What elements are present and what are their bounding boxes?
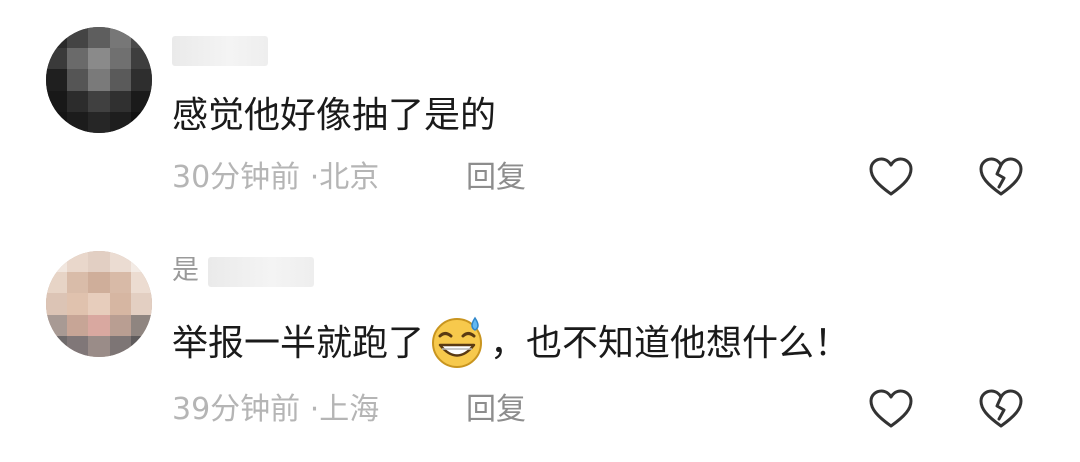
reply-button[interactable]: 回复 xyxy=(466,158,526,198)
comment-time: 39分钟前 xyxy=(172,392,301,427)
reply-button[interactable]: 回复 xyxy=(466,390,526,430)
heart-outline-icon[interactable] xyxy=(867,153,915,201)
comment-meta: 30分钟前 ·北京 回复 xyxy=(172,158,526,198)
meta-separator: · xyxy=(309,160,320,195)
broken-heart-icon[interactable] xyxy=(977,385,1025,433)
meta-separator: · xyxy=(309,392,320,427)
username-blur xyxy=(172,35,268,66)
comment-text-before: 举报一半就跑了 xyxy=(172,323,425,364)
avatar-mosaic xyxy=(46,251,152,357)
comment-location: 上海 xyxy=(319,392,380,427)
comment-text-body: 感觉他好像抽了是的 xyxy=(172,95,497,136)
comment-text: 举报一半就跑了 ，也不知道他想什么！ xyxy=(172,316,850,374)
comment-text-after: ，也不知道他想什么！ xyxy=(490,323,851,364)
broken-heart-icon[interactable] xyxy=(977,153,1025,201)
avatar-mosaic xyxy=(46,27,152,133)
comment-location: 北京 xyxy=(319,160,380,195)
comment-meta: 39分钟前 ·上海 回复 xyxy=(172,390,526,430)
grinning-sweat-emoji xyxy=(428,312,486,370)
comment-item: 感觉他好像抽了是的 30分钟前 ·北京 回复 xyxy=(0,0,1080,230)
username-text: 是 xyxy=(172,255,199,286)
username[interactable]: 是 xyxy=(172,251,314,291)
heart-outline-icon[interactable] xyxy=(867,385,915,433)
username[interactable] xyxy=(172,30,268,70)
avatar[interactable] xyxy=(46,251,152,357)
avatar[interactable] xyxy=(46,27,152,133)
comment-item: 是 举报一半就跑了 ，也不知道他想什么！ 39分钟前 ·上海 回复 xyxy=(0,230,1080,462)
username-blur xyxy=(207,256,314,287)
comment-time: 30分钟前 xyxy=(172,160,301,195)
comment-text: 感觉他好像抽了是的 xyxy=(172,91,496,141)
